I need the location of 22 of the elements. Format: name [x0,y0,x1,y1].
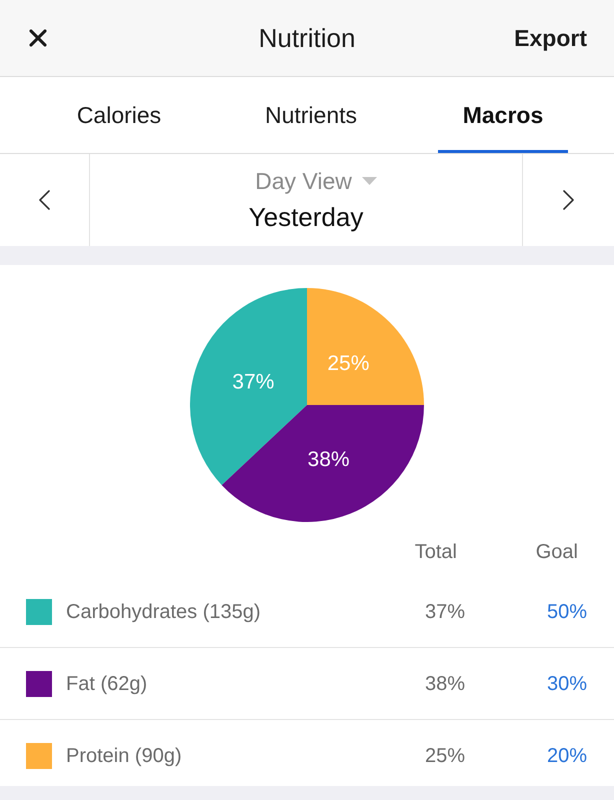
export-button[interactable]: Export [514,20,587,56]
column-header: Total [414,540,457,565]
slice-label: 25% [327,352,370,376]
date-label: Yesterday [248,202,364,232]
chevron-right-icon [563,190,574,210]
goal-value: 30% [546,672,587,696]
screen-title: Nutrition [258,22,356,54]
macro-name: Carbohydrates (135g) [66,600,262,624]
slice-label: 38% [308,448,350,471]
tab[interactable]: Calories [54,77,184,153]
total-value: 37% [424,600,465,624]
total-value: 25% [424,744,465,769]
macro-name: Fat (62g) [66,672,148,696]
column-header: Goal [534,540,578,565]
total-value: 38% [424,672,465,696]
slice-label: 37% [232,370,274,394]
tab[interactable]: Nutrients [246,77,376,153]
macro-name: Protein (90g) [66,744,183,769]
goal-value: 20% [546,744,587,769]
goal-value: 50% [546,600,587,624]
chevron-left-icon [39,190,50,210]
caret-icon [362,177,377,185]
